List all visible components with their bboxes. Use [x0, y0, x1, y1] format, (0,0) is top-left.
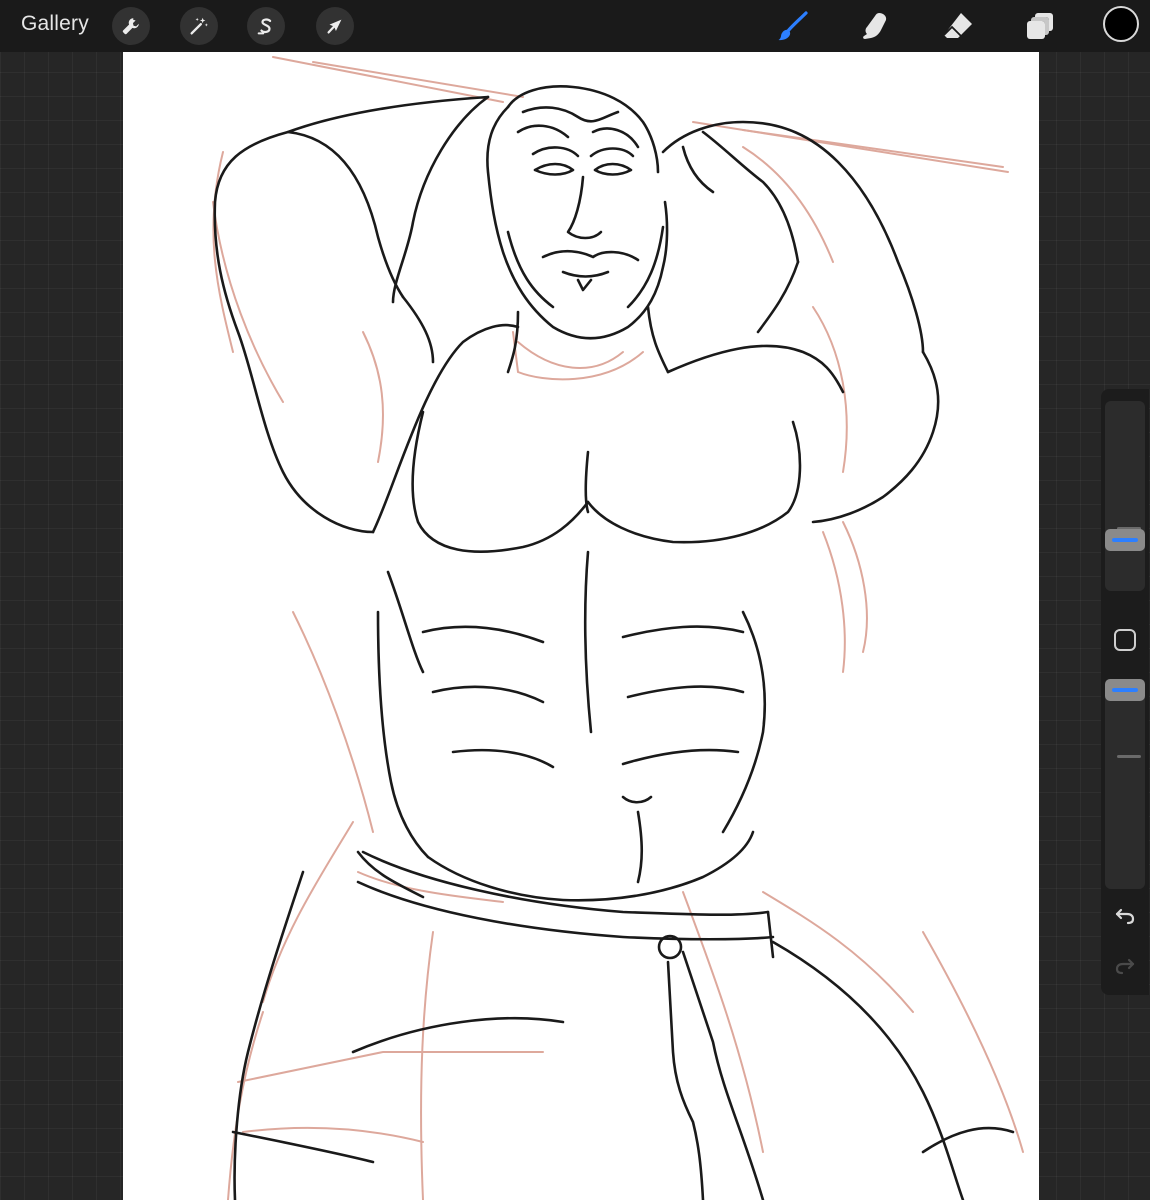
- redo-icon: [1115, 958, 1135, 975]
- transform-button[interactable]: [316, 7, 354, 45]
- eraser-tool-button[interactable]: [938, 6, 978, 46]
- smudge-tool-button[interactable]: [855, 6, 895, 46]
- brush-size-slider[interactable]: [1105, 401, 1145, 591]
- brush-size-thumb[interactable]: [1105, 528, 1145, 551]
- arrow-cursor-icon: [327, 19, 342, 34]
- smudge-finger-icon: [863, 13, 887, 39]
- opacity-thumb-bar: [1112, 688, 1138, 692]
- line-art-illustration: [212, 56, 1024, 1200]
- selection-s-icon: [257, 18, 272, 35]
- eraser-icon: [943, 13, 972, 38]
- layers-button[interactable]: [1020, 6, 1060, 46]
- magic-wand-icon: [190, 17, 208, 35]
- actions-button[interactable]: [112, 7, 150, 45]
- redo-button[interactable]: [1112, 953, 1138, 979]
- undo-button[interactable]: [1112, 903, 1138, 929]
- gallery-button[interactable]: Gallery: [21, 12, 89, 36]
- right-sidebar: [1101, 389, 1149, 995]
- procreate-app: Gallery: [0, 0, 1150, 1200]
- undo-icon: [1115, 908, 1135, 925]
- brush-tool-button[interactable]: [773, 6, 813, 46]
- opacity-tick: [1117, 755, 1141, 758]
- top-toolbar: Gallery: [0, 0, 1150, 52]
- adjustments-button[interactable]: [180, 7, 218, 45]
- brush-size-thumb-bar: [1112, 537, 1138, 542]
- brush-icon: [778, 11, 808, 41]
- layers-icon: [1027, 13, 1053, 39]
- opacity-thumb[interactable]: [1105, 679, 1145, 701]
- drawing-canvas[interactable]: [123, 52, 1039, 1200]
- modify-button[interactable]: [1114, 629, 1136, 651]
- color-swatch-button[interactable]: [1103, 6, 1139, 42]
- opacity-slider[interactable]: [1105, 679, 1145, 889]
- wrench-icon: [122, 18, 139, 35]
- selection-button[interactable]: [247, 7, 285, 45]
